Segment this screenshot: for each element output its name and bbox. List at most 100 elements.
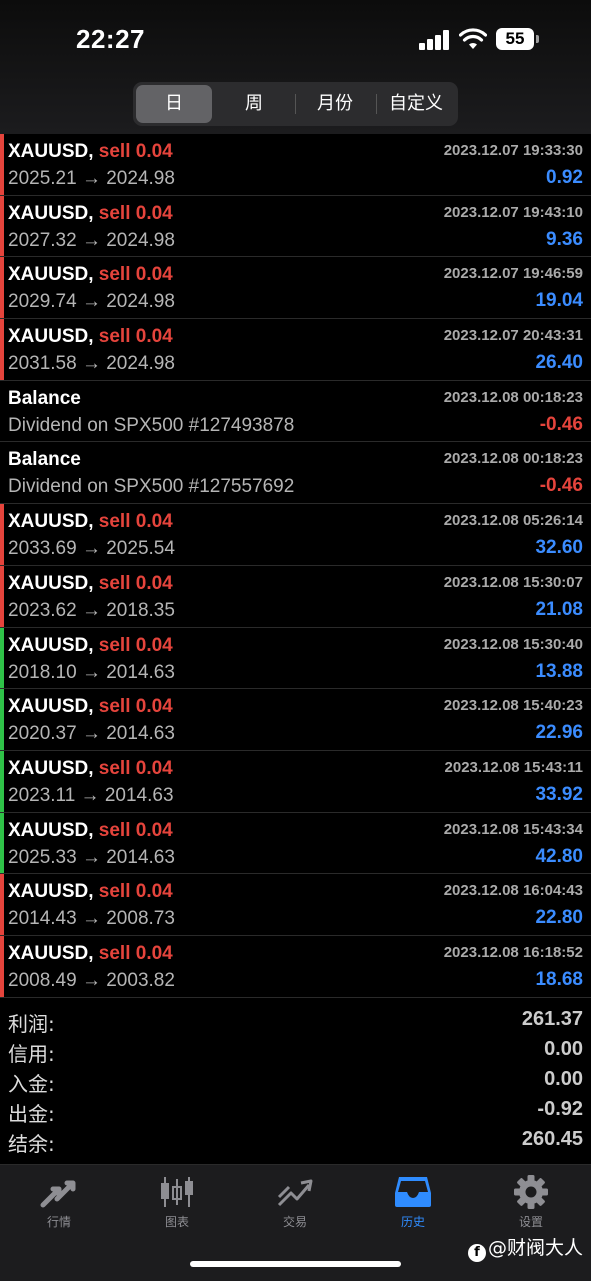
summary-value: 261.37 (521, 1008, 583, 1030)
summary-value: 0.00 (544, 1038, 583, 1060)
account-summary: 利润: 261.37 信用: 0.00 入金: 0.00 出金: -0.92 结余: 260.45 (0, 1004, 591, 1156)
summary-row: 入金: 0.00 (0, 1064, 591, 1096)
trade-side: sell 0.04 (98, 264, 173, 286)
trade-prices: 2023.62 → 2018.35 (8, 599, 175, 621)
balance-row[interactable]: Balance Dividend on SPX500 #127493878 2023… (0, 380, 591, 443)
history-list: XAUUSD, sell 0.04 2025.21 → 2024.98 2023.1… (0, 134, 591, 998)
balance-comment: Dividend on SPX500 #127557692 (8, 476, 295, 498)
trade-timestamp: 2023.12.08 16:04:43 (443, 882, 583, 900)
trade-row[interactable]: XAUUSD, sell 0.04 2018.10 → 2014.63 2023.1… (0, 627, 591, 690)
symbol-name: XAUUSD, (8, 264, 94, 286)
trade-timestamp: 2023.12.08 00:18:23 (443, 388, 583, 406)
trade-row[interactable]: XAUUSD, sell 0.04 2029.74 → 2024.98 2023.1… (0, 257, 591, 320)
trade-profit: -0.46 (539, 475, 583, 497)
summary-label: 结余: (8, 1132, 55, 1156)
gear-icon (514, 1175, 548, 1209)
trade-profit: 18.68 (535, 968, 583, 990)
watermark-text: @财阀大人 (487, 1237, 583, 1259)
trade-symbol: XAUUSD, sell 0.04 (8, 696, 173, 718)
trade-symbol: Balance (8, 388, 81, 410)
trade-prices: 2018.10 → 2014.63 (8, 661, 175, 683)
history-inbox-icon (395, 1177, 431, 1207)
position-color-bar (0, 504, 4, 565)
tab-chart[interactable]: 图表 (118, 1173, 236, 1243)
trade-symbol: XAUUSD, sell 0.04 (8, 635, 173, 657)
trade-symbol: Balance (8, 449, 81, 471)
position-color-bar (0, 812, 4, 874)
summary-label: 信用: (8, 1042, 55, 1066)
trade-symbol: XAUUSD, sell 0.04 (8, 943, 173, 965)
wifi-icon (459, 28, 487, 49)
position-color-bar (0, 627, 4, 689)
symbol-name: Balance (8, 449, 81, 471)
tab-label: 图表 (164, 1215, 189, 1229)
trade-profit: 13.88 (535, 660, 583, 682)
tab-trade[interactable]: 交易 (236, 1173, 354, 1243)
header: 22:27 55 日 周 月份 自定义 (0, 0, 591, 134)
battery-icon: 55 (496, 28, 534, 50)
trade-timestamp: 2023.12.08 15:43:11 (444, 758, 583, 776)
home-indicator[interactable] (190, 1261, 401, 1267)
tab-label: 设置 (518, 1215, 543, 1229)
position-color-bar (0, 319, 4, 380)
battery-tip (536, 35, 539, 43)
tab-label: 历史 (400, 1215, 425, 1229)
trade-row[interactable]: XAUUSD, sell 0.04 2025.21 → 2024.98 2023.1… (0, 134, 591, 196)
summary-value: 260.45 (521, 1128, 583, 1150)
trade-prices: 2031.58 → 2024.98 (8, 353, 175, 375)
position-color-bar (0, 257, 4, 319)
trade-row[interactable]: XAUUSD, sell 0.04 2020.37 → 2014.63 2023.1… (0, 689, 591, 751)
period-segmented-control: 日 周 月份 自定义 (133, 82, 458, 126)
trade-side: sell 0.04 (98, 326, 173, 348)
trade-row[interactable]: XAUUSD, sell 0.04 2023.11 → 2014.63 2023.1… (0, 750, 591, 813)
symbol-name: XAUUSD, (8, 572, 94, 594)
trade-row[interactable]: XAUUSD, sell 0.04 2008.49 → 2003.82 2023.1… (0, 935, 591, 998)
symbol-name: XAUUSD, (8, 881, 94, 903)
symbol-name: XAUUSD, (8, 696, 94, 718)
symbol-name: XAUUSD, (8, 942, 94, 964)
tab-custom[interactable]: 自定义 (377, 85, 455, 123)
symbol-name: XAUUSD, (8, 141, 94, 162)
balance-comment: Dividend on SPX500 #127493878 (8, 414, 295, 436)
trade-row[interactable]: XAUUSD, sell 0.04 2014.43 → 2008.73 2023.1… (0, 874, 591, 936)
trade-profit: 26.40 (535, 352, 583, 374)
balance-row[interactable]: Balance Dividend on SPX500 #127557692 2023… (0, 442, 591, 505)
symbol-name: XAUUSD, (8, 634, 94, 656)
trade-timestamp: 2023.12.08 16:18:52 (443, 943, 583, 961)
tab-week[interactable]: 周 (215, 85, 293, 123)
trade-timestamp: 2023.12.08 00:18:23 (443, 450, 583, 468)
summary-label: 出金: (8, 1102, 55, 1126)
trade-symbol: XAUUSD, sell 0.04 (8, 881, 173, 903)
trade-profit: 22.80 (535, 907, 583, 929)
trade-symbol: XAUUSD, sell 0.04 (8, 758, 173, 780)
trade-timestamp: 2023.12.07 19:46:59 (443, 265, 583, 283)
trade-timestamp: 2023.12.08 15:43:34 (443, 820, 583, 838)
tab-history[interactable]: 历史 (354, 1173, 472, 1243)
trade-side: sell 0.04 (98, 942, 173, 964)
tab-quotes[interactable]: 行情 (0, 1173, 118, 1243)
tab-month[interactable]: 月份 (296, 85, 374, 123)
tab-label: 行情 (46, 1215, 71, 1229)
trade-profit: 33.92 (535, 783, 583, 805)
trade-timestamp: 2023.12.07 19:33:30 (443, 142, 583, 159)
trade-profit: 9.36 (546, 228, 583, 250)
trade-profit: 21.08 (535, 598, 583, 620)
trade-symbol: XAUUSD, sell 0.04 (8, 820, 173, 842)
symbol-name: XAUUSD, (8, 202, 94, 224)
trade-row[interactable]: XAUUSD, sell 0.04 2025.33 → 2014.63 2023.1… (0, 812, 591, 875)
summary-value: -0.92 (537, 1098, 583, 1120)
social-logo-icon: f (467, 1244, 486, 1262)
trade-side: sell 0.04 (98, 634, 173, 656)
trade-side: sell 0.04 (98, 141, 173, 162)
trade-timestamp: 2023.12.07 19:43:10 (443, 203, 583, 221)
trade-row[interactable]: XAUUSD, sell 0.04 2027.32 → 2024.98 2023.1… (0, 195, 591, 258)
trade-symbol: XAUUSD, sell 0.04 (8, 573, 173, 595)
trade-row[interactable]: XAUUSD, sell 0.04 2031.58 → 2024.98 2023.1… (0, 319, 591, 381)
trade-row[interactable]: XAUUSD, sell 0.04 2023.62 → 2018.35 2023.1… (0, 565, 591, 628)
tab-day[interactable]: 日 (136, 85, 212, 123)
trade-side: sell 0.04 (98, 757, 173, 779)
symbol-name: Balance (8, 387, 81, 409)
trade-row[interactable]: XAUUSD, sell 0.04 2033.69 → 2025.54 2023.1… (0, 504, 591, 566)
status-bar: 22:27 55 (0, 0, 591, 80)
trade-profit: 22.96 (535, 722, 583, 744)
